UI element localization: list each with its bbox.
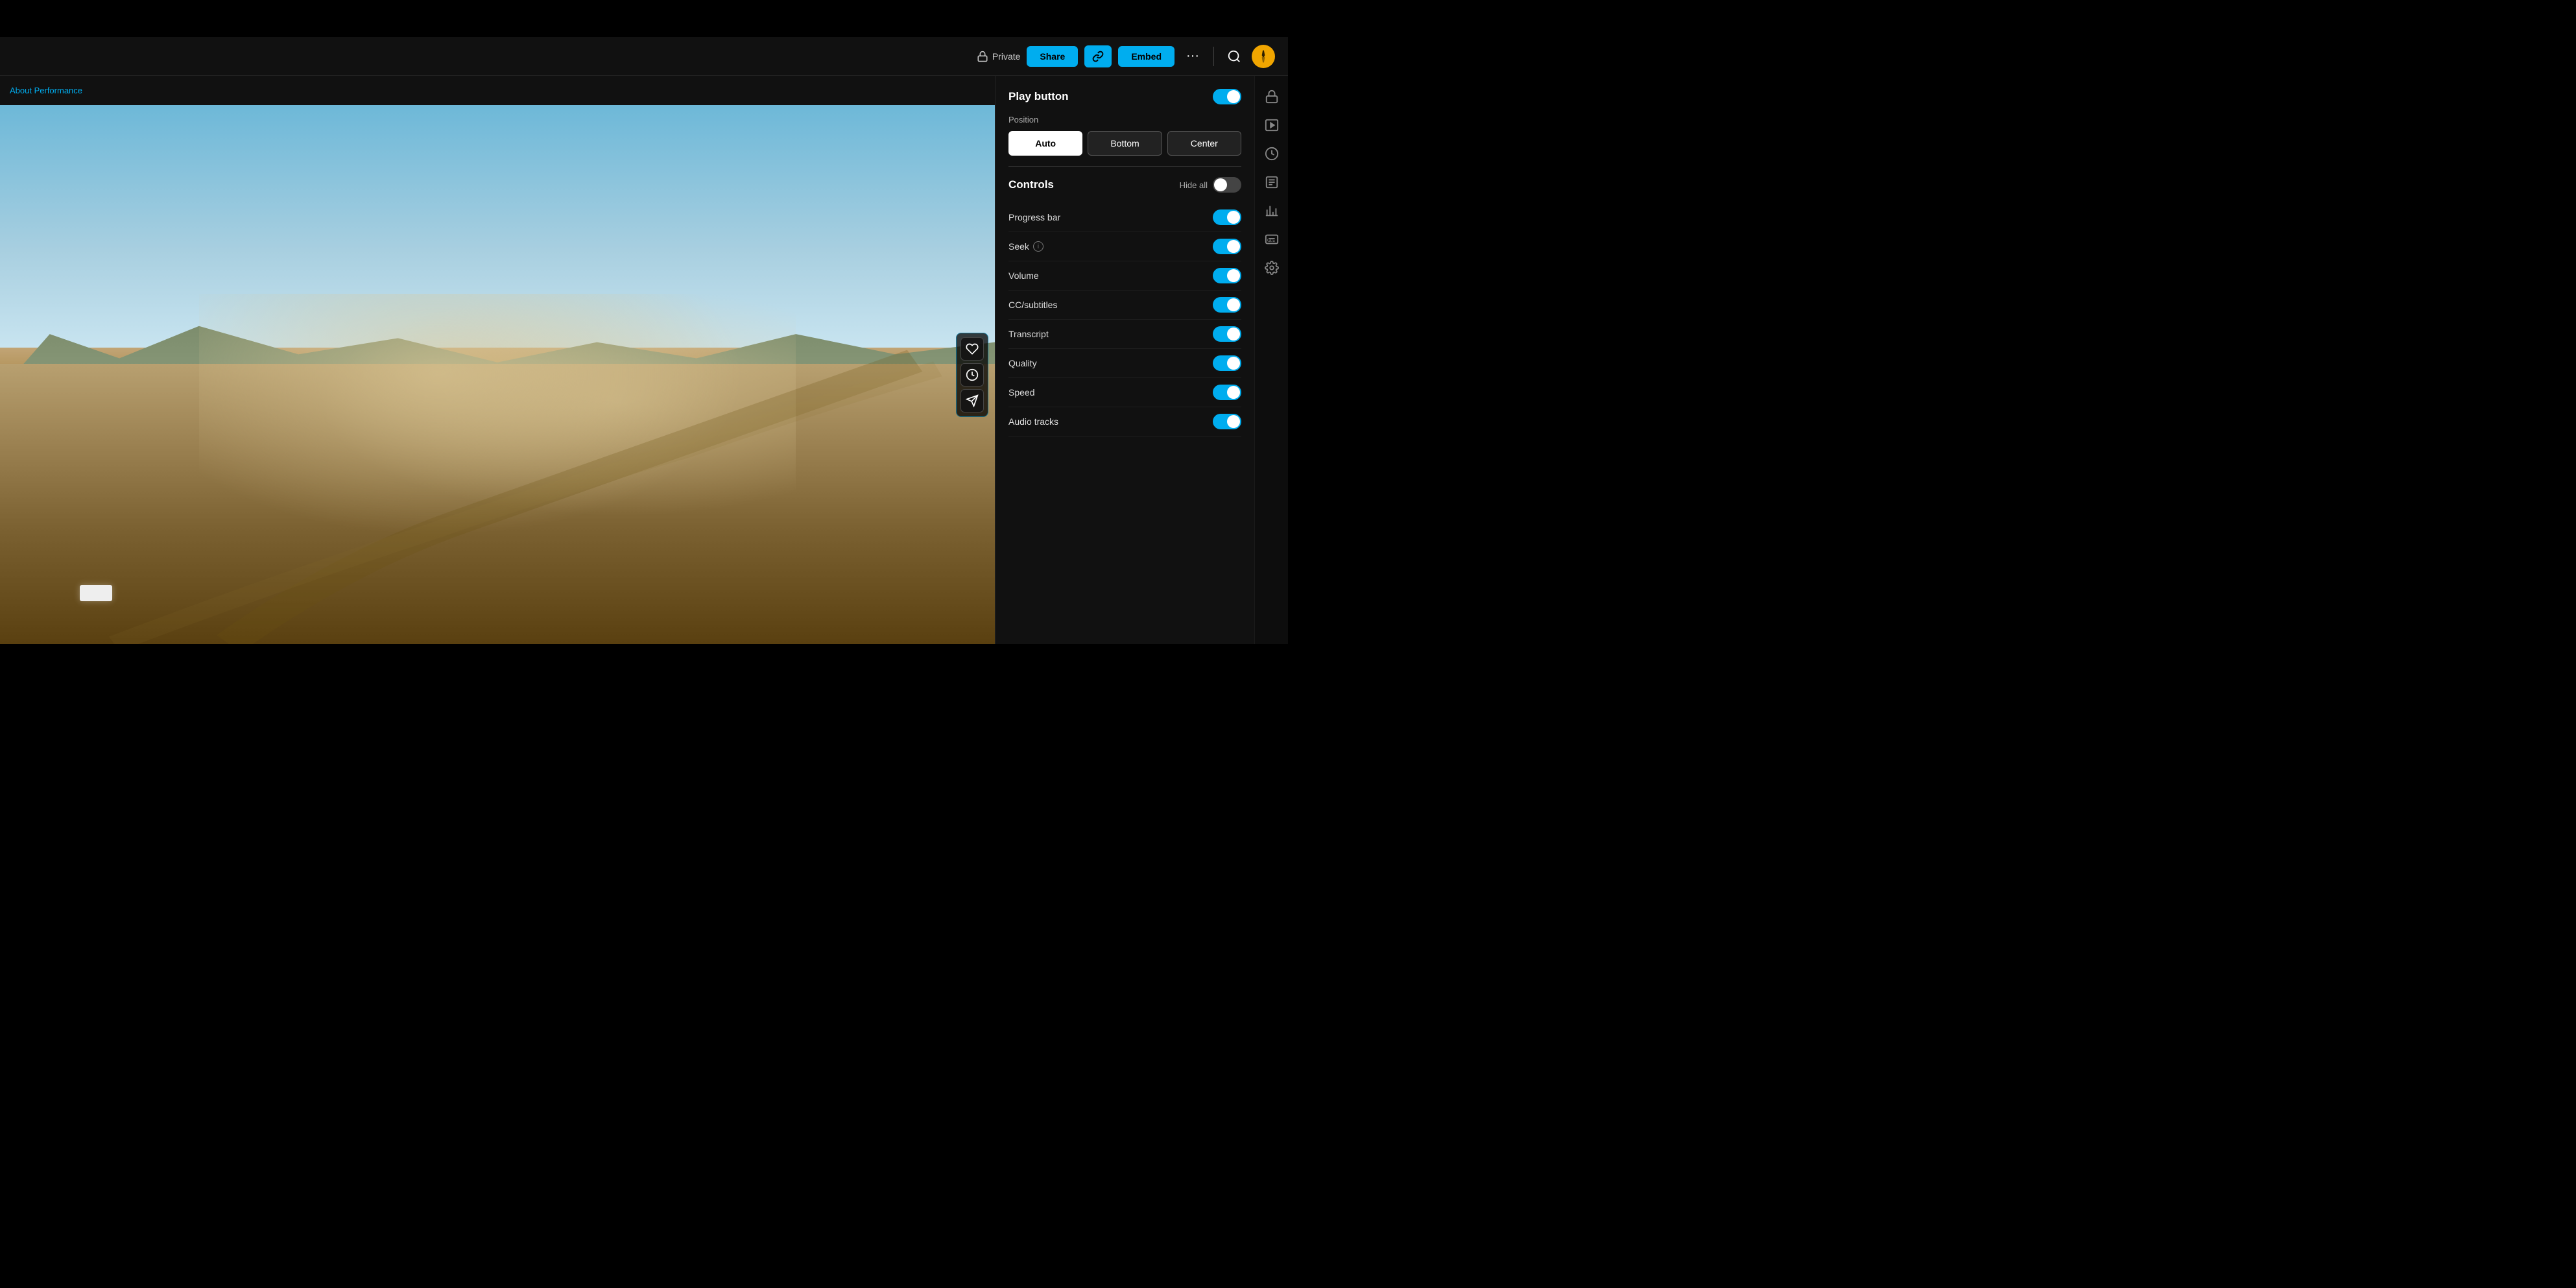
main-content: About Performance — [0, 76, 1288, 644]
cc-label: CC/subtitles — [1008, 300, 1057, 310]
hide-all-label: Hide all — [1180, 180, 1208, 190]
volume-toggle[interactable] — [1213, 268, 1241, 283]
right-panel: Play button Position Auto Bottom Center … — [995, 76, 1254, 644]
control-row-volume: Volume — [1008, 261, 1241, 291]
progress-bar-toggle[interactable] — [1213, 209, 1241, 225]
search-button[interactable] — [1223, 45, 1245, 67]
volume-label: Volume — [1008, 270, 1039, 281]
header-bar: Private Share Embed ··· — [0, 37, 1288, 76]
control-row-transcript: Transcript — [1008, 320, 1241, 349]
user-avatar[interactable] — [1252, 45, 1275, 68]
right-sidebar: CC — [1254, 76, 1288, 644]
seek-toggle[interactable] — [1213, 239, 1241, 254]
play-button-title: Play button — [1008, 90, 1069, 103]
video-area: About Performance — [0, 76, 995, 644]
sidebar-gear-icon — [1265, 261, 1279, 275]
video-frame — [0, 105, 995, 644]
audio-tracks-label: Audio tracks — [1008, 416, 1058, 427]
link-icon — [1092, 51, 1104, 62]
watch-later-button[interactable] — [960, 363, 984, 387]
hide-all-toggle[interactable] — [1213, 177, 1241, 193]
sidebar-stats-button[interactable] — [1259, 198, 1285, 224]
sidebar-analytics-button[interactable] — [1259, 141, 1285, 167]
position-auto-button[interactable]: Auto — [1008, 131, 1082, 156]
share-button[interactable]: Share — [1027, 46, 1078, 67]
top-black-bar — [0, 0, 1288, 37]
search-icon — [1227, 49, 1241, 64]
more-button[interactable]: ··· — [1181, 46, 1204, 66]
compass-icon — [1256, 49, 1270, 64]
clock-icon — [966, 368, 979, 381]
position-buttons: Auto Bottom Center — [1008, 131, 1241, 156]
header-divider — [1213, 47, 1214, 66]
controls-section-header: Controls Hide all — [1008, 177, 1241, 193]
control-row-progress: Progress bar — [1008, 203, 1241, 232]
video-title-bar: About Performance — [0, 76, 995, 105]
sidebar-captions-button[interactable]: CC — [1259, 226, 1285, 252]
speed-toggle[interactable] — [1213, 385, 1241, 400]
control-row-audio-tracks: Audio tracks — [1008, 407, 1241, 436]
section-divider — [1008, 166, 1241, 167]
send-icon — [966, 394, 979, 407]
sidebar-transcript-icon — [1265, 175, 1279, 189]
svg-text:CC: CC — [1267, 239, 1273, 243]
seek-label: Seek i — [1008, 241, 1044, 252]
transcript-toggle[interactable] — [1213, 326, 1241, 342]
link-button[interactable] — [1084, 45, 1112, 67]
private-label: Private — [977, 51, 1021, 62]
seek-info-icon[interactable]: i — [1033, 241, 1044, 252]
sidebar-chart-icon — [1265, 204, 1279, 218]
road-svg — [0, 320, 995, 644]
play-button-toggle[interactable] — [1213, 89, 1241, 104]
position-label: Position — [1008, 115, 1241, 125]
video-overlay-controls — [956, 333, 988, 417]
hide-all-group: Hide all — [1180, 177, 1241, 193]
vehicle — [80, 585, 112, 601]
like-button[interactable] — [960, 337, 984, 361]
speed-label: Speed — [1008, 387, 1034, 398]
video-title: About Performance — [10, 86, 82, 95]
audio-tracks-toggle[interactable] — [1213, 414, 1241, 429]
control-row-quality: Quality — [1008, 349, 1241, 378]
play-button-section-header: Play button — [1008, 89, 1241, 104]
cc-toggle[interactable] — [1213, 297, 1241, 313]
position-bottom-button[interactable]: Bottom — [1088, 131, 1162, 156]
sidebar-lock-icon — [1265, 89, 1279, 104]
sidebar-video-button[interactable] — [1259, 112, 1285, 138]
lock-icon — [977, 51, 988, 62]
sidebar-transcript-button[interactable] — [1259, 169, 1285, 195]
controls-title: Controls — [1008, 178, 1054, 191]
embed-button[interactable]: Embed — [1118, 46, 1175, 67]
heart-icon — [966, 342, 979, 355]
control-row-cc: CC/subtitles — [1008, 291, 1241, 320]
control-row-speed: Speed — [1008, 378, 1241, 407]
progress-bar-label: Progress bar — [1008, 212, 1060, 222]
quality-toggle[interactable] — [1213, 355, 1241, 371]
sidebar-analytics-icon — [1265, 147, 1279, 161]
sidebar-settings-button[interactable] — [1259, 255, 1285, 281]
transcript-label: Transcript — [1008, 329, 1049, 339]
sidebar-privacy-button[interactable] — [1259, 84, 1285, 110]
share-video-button[interactable] — [960, 389, 984, 412]
sidebar-captions-icon: CC — [1265, 232, 1279, 246]
panel-content: Play button Position Auto Bottom Center … — [996, 76, 1254, 644]
quality-label: Quality — [1008, 358, 1037, 368]
position-center-button[interactable]: Center — [1167, 131, 1241, 156]
control-row-seek: Seek i — [1008, 232, 1241, 261]
sidebar-play-icon — [1265, 118, 1279, 132]
